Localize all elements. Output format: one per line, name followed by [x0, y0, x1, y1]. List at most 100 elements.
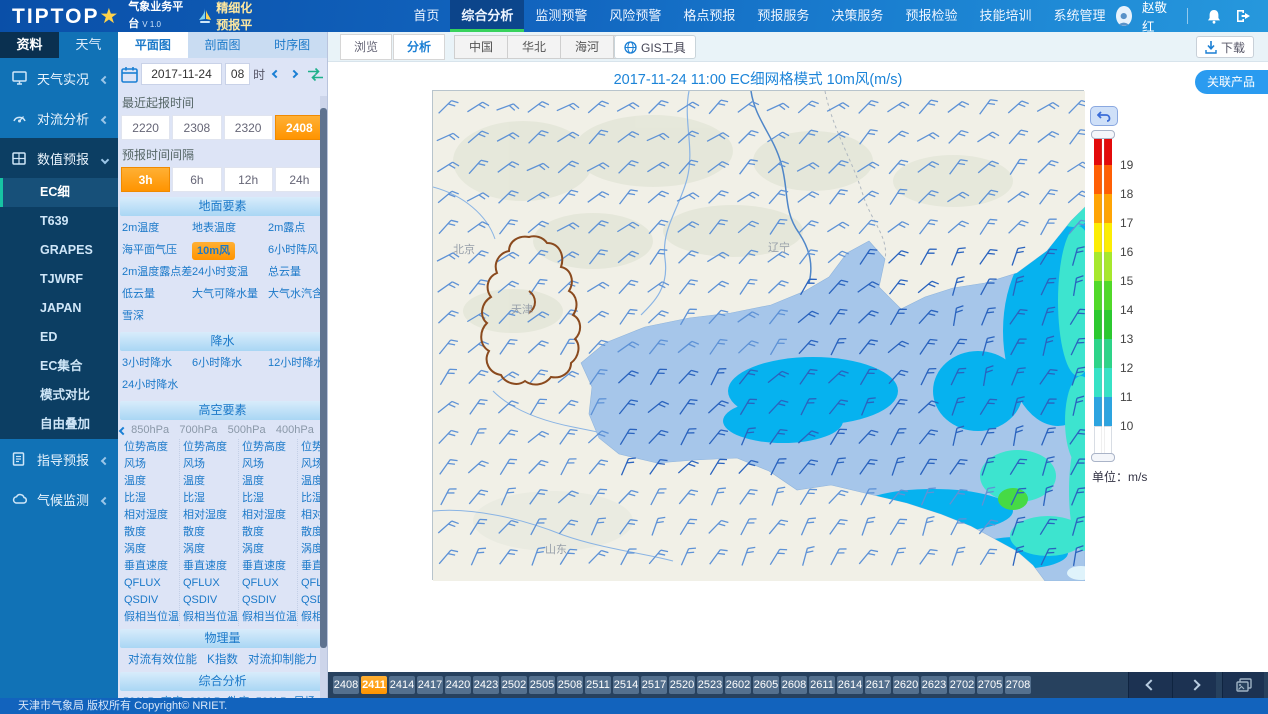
- nav-item-决策服务[interactable]: 决策服务: [820, 0, 894, 32]
- element-850hPa-散度[interactable]: 散度: [121, 524, 179, 541]
- region-海河[interactable]: 海河: [560, 35, 614, 59]
- time-step-2508[interactable]: 2508: [557, 676, 583, 694]
- time-step-2420[interactable]: 2420: [445, 676, 471, 694]
- time-step-2705[interactable]: 2705: [977, 676, 1003, 694]
- element-海平面气压[interactable]: 海平面气压: [122, 240, 192, 262]
- report-time-2320[interactable]: 2320: [224, 115, 273, 140]
- time-step-2602[interactable]: 2602: [725, 676, 751, 694]
- time-step-2423[interactable]: 2423: [473, 676, 499, 694]
- time-step-2408[interactable]: 2408: [333, 676, 359, 694]
- scale-handle-top[interactable]: [1091, 130, 1115, 139]
- sidebar-subitem-TJWRF[interactable]: TJWRF: [0, 265, 118, 294]
- element-500hPa-相对湿度[interactable]: 相对湿度: [239, 507, 297, 524]
- element-大气可降水量[interactable]: 大气可降水量: [192, 284, 268, 306]
- element-700hPa-涡度[interactable]: 涡度: [180, 541, 238, 558]
- interval-12h[interactable]: 12h: [224, 167, 273, 192]
- sidebar-item-对流分析[interactable]: 对流分析: [0, 98, 118, 138]
- region-华北[interactable]: 华北: [507, 35, 561, 59]
- time-step-2611[interactable]: 2611: [809, 676, 835, 694]
- view-tab-分析[interactable]: 分析: [393, 34, 445, 60]
- element-700hPa-相对湿度[interactable]: 相对湿度: [180, 507, 238, 524]
- nav-item-技能培训[interactable]: 技能培训: [968, 0, 1042, 32]
- panel-tab-剖面图[interactable]: 剖面图: [188, 32, 258, 58]
- panel-scrollbar[interactable]: [320, 96, 327, 698]
- interval-24h[interactable]: 24h: [275, 167, 324, 192]
- time-step-2608[interactable]: 2608: [781, 676, 807, 694]
- hour-input[interactable]: 08: [225, 63, 250, 85]
- element-500hPa-温度[interactable]: 温度: [239, 473, 297, 490]
- element-低云量[interactable]: 低云量: [122, 284, 192, 306]
- region-中国[interactable]: 中国: [454, 35, 508, 59]
- bell-icon[interactable]: [1204, 6, 1224, 26]
- element-24小时降水[interactable]: 24小时降水: [122, 375, 192, 397]
- element-500hPa-风场[interactable]: 风场: [239, 456, 297, 473]
- wind-map[interactable]: 辽宁 北京 天津 山东: [432, 90, 1084, 580]
- level-500hPa[interactable]: 500hPa: [223, 424, 271, 436]
- element-6小时降水[interactable]: 6小时降水: [192, 353, 268, 375]
- nav-item-预报服务[interactable]: 预报服务: [746, 0, 820, 32]
- sidebar-subitem-自由叠加[interactable]: 自由叠加: [0, 410, 118, 439]
- time-step-2617[interactable]: 2617: [865, 676, 891, 694]
- sidebar-subitem-GRAPES[interactable]: GRAPES: [0, 236, 118, 265]
- date-input[interactable]: 2017-11-24: [141, 63, 222, 85]
- sidebar-tab-天气[interactable]: 天气: [59, 32, 118, 58]
- element-850hPa-假相当位温[interactable]: 假相当位温: [121, 609, 179, 626]
- nav-item-首页[interactable]: 首页: [402, 0, 450, 32]
- element-850hPa-位势高度[interactable]: 位势高度: [121, 439, 179, 456]
- element-850hPa-相对湿度[interactable]: 相对湿度: [121, 507, 179, 524]
- element-雪深[interactable]: 雪深: [122, 306, 192, 328]
- time-step-2520[interactable]: 2520: [669, 676, 695, 694]
- time-step-2414[interactable]: 2414: [389, 676, 415, 694]
- scale-handle-bottom[interactable]: [1091, 453, 1115, 462]
- element-500hPa-比湿[interactable]: 比湿: [239, 490, 297, 507]
- sidebar-subitem-EC细[interactable]: EC细: [0, 178, 118, 207]
- nav-item-监测预警[interactable]: 监测预警: [524, 0, 598, 32]
- prev-time-icon[interactable]: [1128, 672, 1172, 698]
- nav-item-综合分析[interactable]: 综合分析: [450, 0, 524, 32]
- element-850hPa-垂直速度[interactable]: 垂直速度: [121, 558, 179, 575]
- level-400hPa[interactable]: 400hPa: [271, 424, 319, 436]
- avatar[interactable]: [1116, 6, 1131, 26]
- related-products-button[interactable]: 关联产品: [1195, 70, 1268, 94]
- element-2m露点[interactable]: 2m露点: [268, 218, 326, 240]
- element-K指数[interactable]: K指数: [207, 651, 238, 667]
- time-step-2514[interactable]: 2514: [613, 676, 639, 694]
- time-step-2620[interactable]: 2620: [893, 676, 919, 694]
- element-700hPa-比湿[interactable]: 比湿: [180, 490, 238, 507]
- sidebar-subitem-EC集合[interactable]: EC集合: [0, 352, 118, 381]
- element-大气水汽含量[interactable]: 大气水汽含量: [268, 284, 326, 306]
- element-10m风[interactable]: 10m风: [192, 240, 268, 262]
- undo-icon[interactable]: [1090, 106, 1118, 126]
- logout-icon[interactable]: [1234, 6, 1254, 26]
- time-step-2505[interactable]: 2505: [529, 676, 555, 694]
- element-对流有效位能[interactable]: 对流有效位能: [128, 651, 197, 667]
- level-700hPa[interactable]: 700hPa: [174, 424, 222, 436]
- panel-tab-时序图[interactable]: 时序图: [257, 32, 327, 58]
- sidebar-tab-资料[interactable]: 资料: [0, 32, 59, 58]
- element-700hPa-温度[interactable]: 温度: [180, 473, 238, 490]
- download-button[interactable]: 下载: [1196, 36, 1254, 58]
- element-3小时降水[interactable]: 3小时降水: [122, 353, 192, 375]
- calendar-icon[interactable]: [121, 66, 138, 83]
- element-850hPa-QFLUX[interactable]: QFLUX: [121, 575, 179, 592]
- time-step-2623[interactable]: 2623: [921, 676, 947, 694]
- report-time-2408[interactable]: 2408: [275, 115, 324, 140]
- element-6小时阵风[interactable]: 6小时阵风: [268, 240, 326, 262]
- time-step-2411[interactable]: 2411: [361, 676, 387, 694]
- element-850hPa-风场[interactable]: 风场: [121, 456, 179, 473]
- element-地表温度[interactable]: 地表温度: [192, 218, 268, 240]
- gis-tools-button[interactable]: GIS工具: [614, 35, 696, 59]
- panel-tab-平面图[interactable]: 平面图: [118, 32, 188, 58]
- next-hour-icon[interactable]: [287, 64, 302, 84]
- nav-item-预报检验[interactable]: 预报检验: [894, 0, 968, 32]
- time-step-2708[interactable]: 2708: [1005, 676, 1031, 694]
- element-500hPa-假相当位温[interactable]: 假相当位温: [239, 609, 297, 626]
- element-700hPa-QFLUX[interactable]: QFLUX: [180, 575, 238, 592]
- level-850hPa[interactable]: 850hPa: [126, 424, 174, 436]
- time-step-2702[interactable]: 2702: [949, 676, 975, 694]
- element-2m温度露点差[interactable]: 2m温度露点差: [122, 262, 192, 284]
- element-850hPa-涡度[interactable]: 涡度: [121, 541, 179, 558]
- sidebar-item-气候监测[interactable]: 气候监测: [0, 479, 118, 519]
- element-700hPa-QSDIV[interactable]: QSDIV: [180, 592, 238, 609]
- element-总云量[interactable]: 总云量: [268, 262, 326, 284]
